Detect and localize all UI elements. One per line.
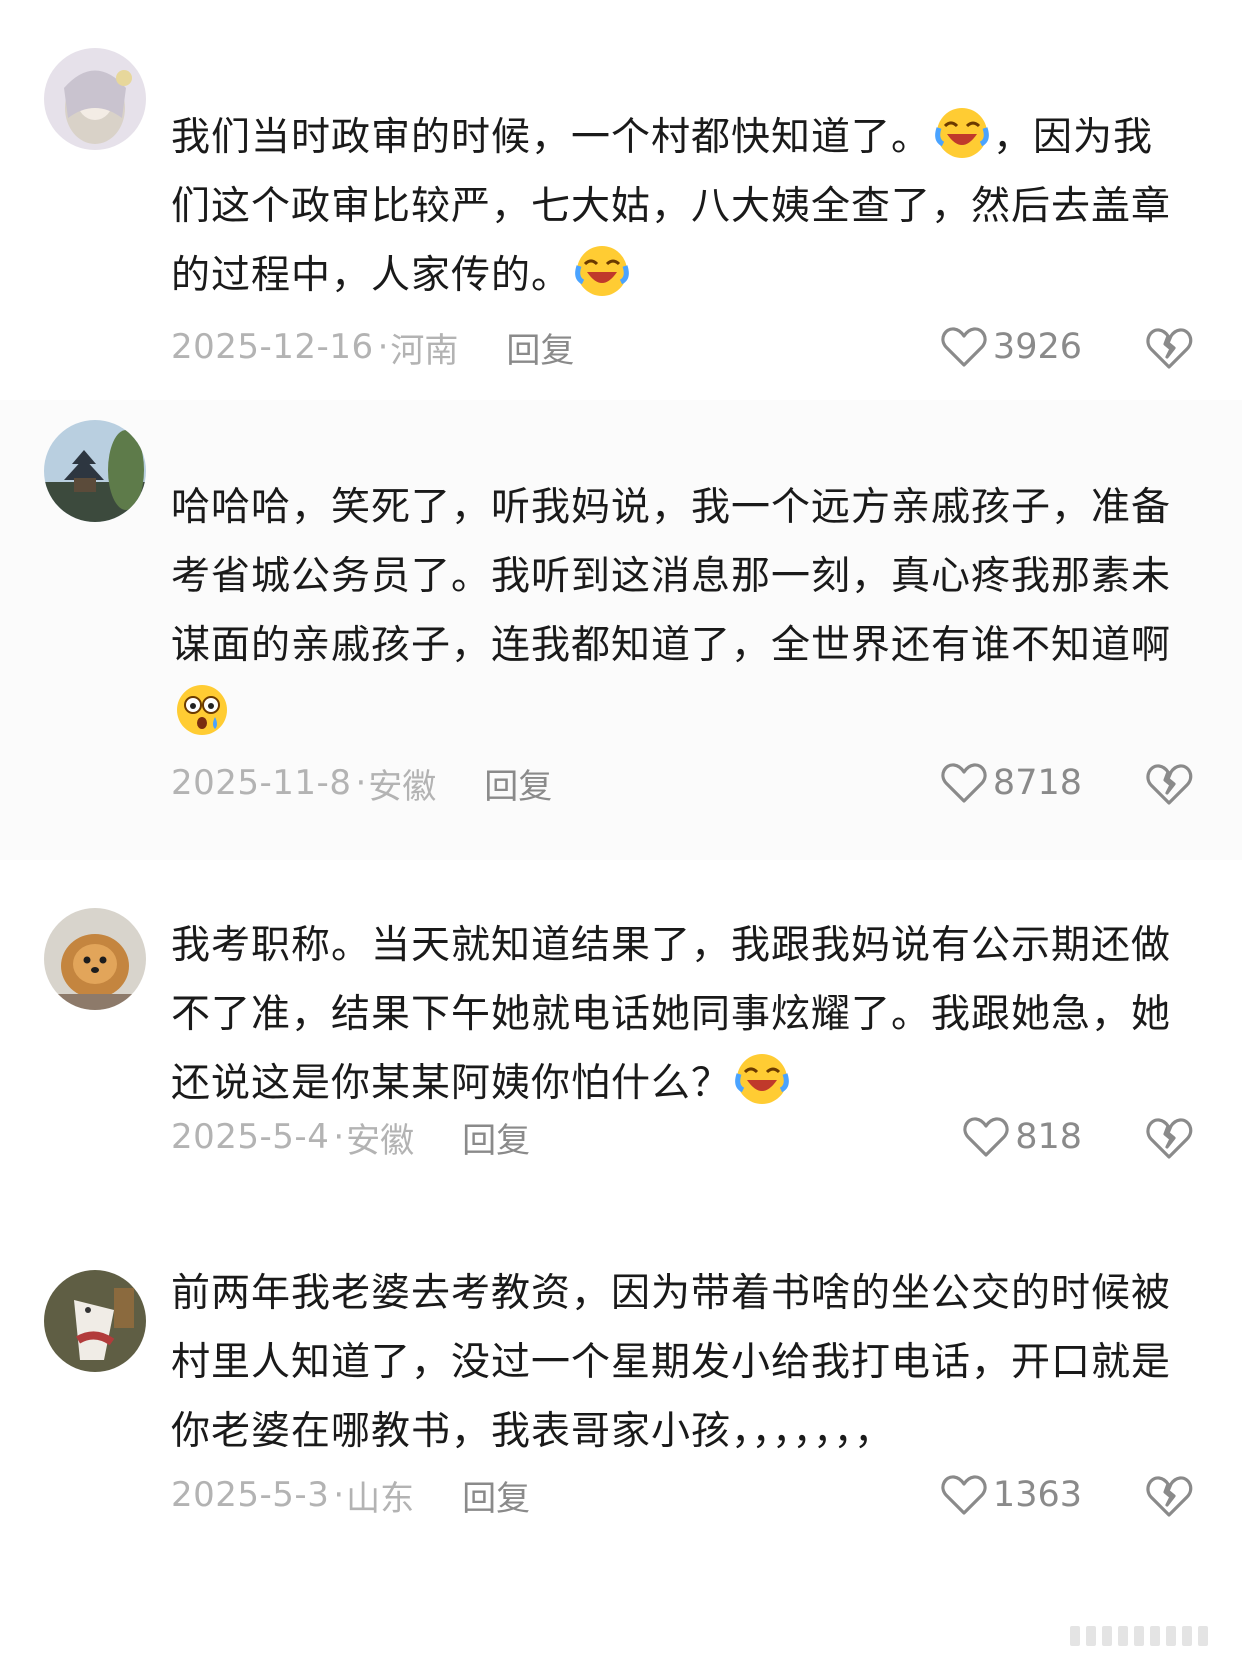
comment-item: 我考职称。当天就知道结果了，我跟我妈说有公示期还做不了准，结果下午她就电话她同事… — [0, 860, 1242, 1240]
laugh-cry-emoji — [935, 106, 989, 160]
watermark-logo — [1010, 1620, 1220, 1650]
reply-button[interactable]: 回复 — [484, 759, 552, 808]
comment-date: 2025-5-4 — [171, 1117, 330, 1157]
comment-location: 山东 — [346, 1478, 415, 1519]
like-button[interactable]: 8718 — [941, 758, 1082, 808]
broken-heart-icon — [1146, 764, 1193, 805]
comment-text: 我们当时政审的时候，一个村都快知道了。 ，因为我们这个政审比较严，七大姑，八大姨全… — [171, 103, 1191, 310]
avatar[interactable] — [44, 908, 146, 1010]
comment-text: 我考职称。当天就知道结果了，我跟我妈说有公示期还做不了准，结果下午她就电话她同事… — [171, 923, 1172, 1106]
avatar[interactable] — [44, 48, 146, 150]
heart-icon — [941, 327, 987, 367]
separator-dot: · — [355, 763, 367, 803]
heart-icon — [941, 763, 987, 803]
like-count: 1363 — [992, 1475, 1082, 1515]
like-button[interactable]: 818 — [963, 1112, 1082, 1162]
comment-meta: 2025-11-8 · 安徽 回复 — [171, 758, 552, 808]
reply-button[interactable]: 回复 — [462, 1113, 530, 1162]
comment-text: 哈哈哈，笑死了，听我妈说，我一个远方亲戚孩子，准备考省城公务员了。我听到这消息那… — [171, 473, 1191, 749]
comment-text: 前两年我老婆去考教资，因为带着书啥的坐公交的时候被村里人知道了，没过一个星期发小… — [171, 1271, 1172, 1454]
dislike-button[interactable] — [1144, 1112, 1194, 1162]
avatar[interactable] — [44, 1270, 146, 1372]
separator-dot: · — [333, 1117, 345, 1157]
comment-item: 我们当时政审的时候，一个村都快知道了。 ，因为我们这个政审比较严，七大姑，八大姨全… — [0, 0, 1242, 400]
heart-icon — [941, 1475, 987, 1515]
like-count: 8718 — [992, 763, 1082, 803]
comment-date: 2025-11-8 — [171, 763, 352, 803]
comment-item: 哈哈哈，笑死了，听我妈说，我一个远方亲戚孩子，准备考省城公务员了。我听到这消息那… — [0, 400, 1242, 860]
like-count: 818 — [1015, 1117, 1082, 1157]
separator-dot: · — [377, 327, 389, 367]
comment-meta: 2025-5-3 · 山东 回复 — [171, 1470, 530, 1520]
shocked-emoji — [175, 683, 229, 737]
comment-location: 安徽 — [346, 1120, 415, 1161]
reply-button[interactable]: 回复 — [506, 323, 574, 372]
comment-meta: 2025-12-16 · 河南 回复 — [171, 322, 574, 372]
dislike-button[interactable] — [1144, 758, 1194, 808]
dislike-button[interactable] — [1144, 1470, 1194, 1520]
dislike-button[interactable] — [1144, 322, 1194, 372]
reply-button[interactable]: 回复 — [462, 1471, 530, 1520]
comment-date: 2025-12-16 — [171, 327, 374, 367]
comment-meta: 2025-5-4 · 安徽 回复 — [171, 1112, 530, 1162]
like-button[interactable]: 1363 — [941, 1470, 1082, 1520]
separator-dot: · — [333, 1475, 345, 1515]
like-button[interactable]: 3926 — [941, 322, 1082, 372]
laugh-cry-emoji — [575, 244, 629, 298]
like-count: 3926 — [992, 327, 1082, 367]
broken-heart-icon — [1146, 1118, 1193, 1159]
comment-location: 河南 — [390, 330, 459, 371]
avatar[interactable] — [44, 420, 146, 522]
broken-heart-icon — [1146, 328, 1193, 369]
comment-location: 安徽 — [368, 766, 437, 807]
broken-heart-icon — [1146, 1476, 1193, 1517]
heart-icon — [963, 1117, 1009, 1157]
comment-item: 前两年我老婆去考教资，因为带着书啥的坐公交的时候被村里人知道了，没过一个星期发小… — [0, 1240, 1242, 1656]
comment-date: 2025-5-3 — [171, 1475, 330, 1515]
laugh-cry-emoji — [735, 1052, 789, 1106]
